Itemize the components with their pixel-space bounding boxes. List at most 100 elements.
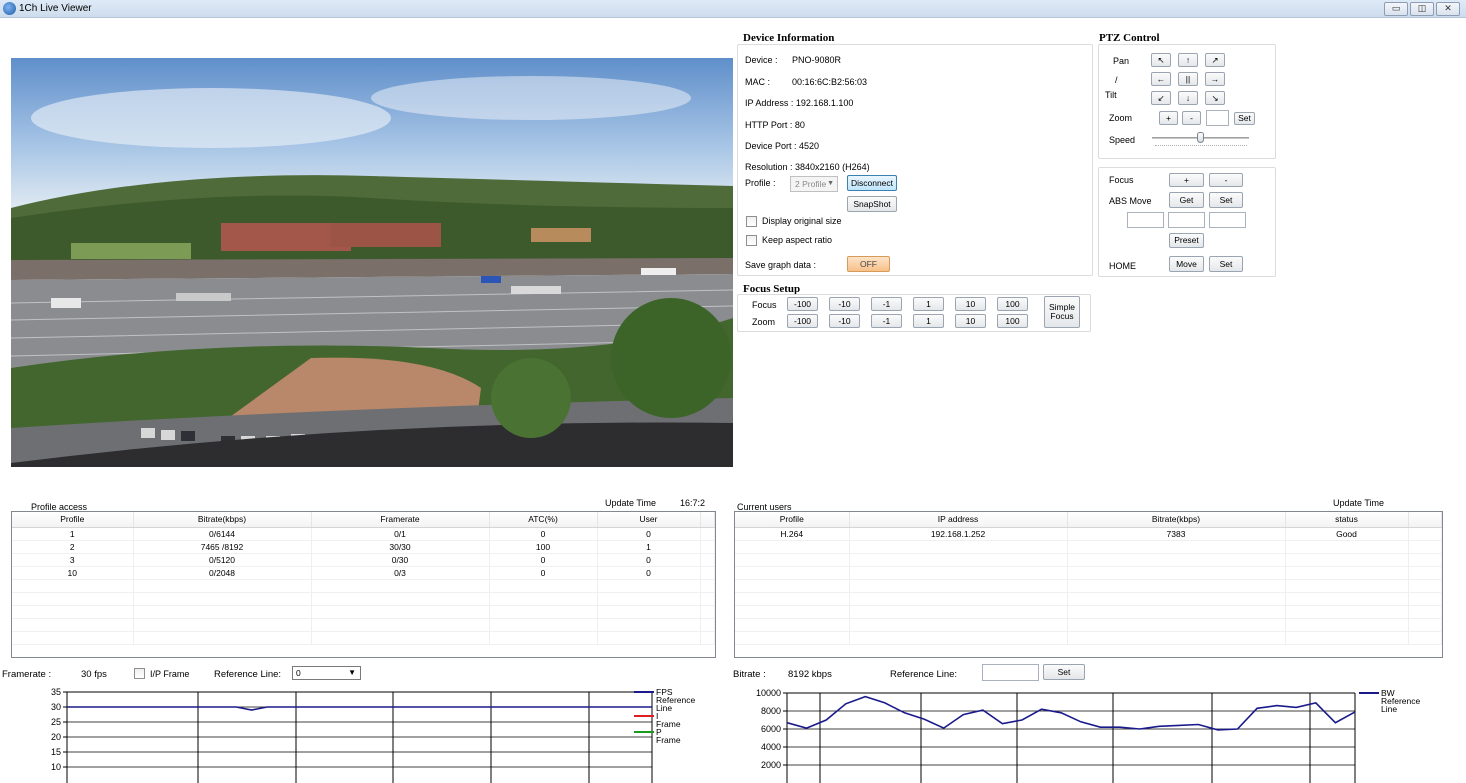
- cell: 0: [597, 553, 701, 567]
- save-graph-toggle[interactable]: OFF: [847, 256, 890, 272]
- cell: 7465 /8192: [133, 540, 312, 554]
- ptz-zoom-set-button[interactable]: Set: [1234, 112, 1255, 125]
- speed-slider-thumb[interactable]: [1197, 132, 1204, 143]
- table-row[interactable]: 2 7465 /8192 30/30 100 1: [12, 540, 715, 554]
- keep-aspect-checkbox[interactable]: [746, 235, 757, 246]
- zoom-plus-10-button[interactable]: 10: [955, 314, 986, 328]
- live-video-view[interactable]: [11, 58, 733, 467]
- focus-minus-100-button[interactable]: -100: [787, 297, 818, 311]
- series-line-fps: [67, 706, 652, 711]
- http-port: HTTP Port : 80: [745, 120, 805, 130]
- col-ip-address[interactable]: IP address: [849, 512, 1068, 528]
- zoom-minus-10-button[interactable]: -10: [829, 314, 860, 328]
- cell: 10: [12, 566, 134, 580]
- table-row[interactable]: 1 0/6144 0/1 0 0: [12, 527, 715, 541]
- cell: Good: [1285, 527, 1409, 541]
- close-button[interactable]: ✕: [1436, 2, 1460, 16]
- profile-select[interactable]: 2 Profile ▼: [790, 176, 838, 192]
- col-status[interactable]: status: [1285, 512, 1409, 528]
- pan-tilt-slash: /: [1115, 75, 1118, 85]
- empty-row: [735, 540, 1442, 554]
- fps-reference-select[interactable]: 0 ▼: [292, 666, 361, 680]
- profile-access-table[interactable]: Profile Bitrate(kbps) Framerate ATC(%) U…: [11, 511, 716, 658]
- y-tick-label: 6000: [761, 724, 781, 734]
- home-move-button[interactable]: Move: [1169, 256, 1204, 272]
- col-framerate[interactable]: Framerate: [311, 512, 490, 528]
- zoom-plus-1-button[interactable]: 1: [913, 314, 944, 328]
- col-bitrate[interactable]: Bitrate(kbps): [133, 512, 312, 528]
- focus-plus-100-button[interactable]: 100: [997, 297, 1028, 311]
- focus-minus-10-button[interactable]: -10: [829, 297, 860, 311]
- y-tick-label: 35: [51, 687, 61, 697]
- bitrate-value: 8192 kbps: [788, 669, 832, 680]
- abs-tilt-input[interactable]: [1168, 212, 1205, 228]
- bw-reference-set-button[interactable]: Set: [1043, 664, 1085, 680]
- up-right-arrow-button[interactable]: ↗: [1205, 53, 1225, 67]
- left-arrow-button[interactable]: ←: [1151, 72, 1171, 86]
- ip-frame-checkbox[interactable]: [134, 668, 145, 679]
- abs-zoom-input[interactable]: [1209, 212, 1246, 228]
- down-right-arrow-button[interactable]: ↘: [1205, 91, 1225, 105]
- ptz-zoom-input[interactable]: [1206, 110, 1229, 126]
- ptz-focus-minus-button[interactable]: -: [1209, 173, 1243, 187]
- fps-chart-lines: [67, 706, 652, 711]
- users-update-label: Update Time: [1333, 498, 1385, 508]
- y-tick-label: 8000: [761, 706, 781, 716]
- preset-button[interactable]: Preset: [1169, 233, 1204, 248]
- cell: 1: [12, 527, 134, 541]
- empty-row: [735, 592, 1442, 606]
- cell: 3: [12, 553, 134, 567]
- minimize-button[interactable]: ▭: [1384, 2, 1408, 16]
- simple-focus-button[interactable]: Simple Focus: [1044, 296, 1080, 328]
- bitrate-label: Bitrate :: [733, 669, 766, 680]
- series-line-bw: [786, 695, 1356, 731]
- disconnect-button[interactable]: Disconnect: [847, 175, 897, 191]
- cell: 0: [489, 527, 598, 541]
- up-arrow-button[interactable]: ↑: [1178, 53, 1198, 67]
- display-original-checkbox[interactable]: [746, 216, 757, 227]
- ptz-focus-plus-button[interactable]: +: [1169, 173, 1204, 187]
- bitrate-chart: 10000 8000 6000 4000 2000 BWReferenceLine: [756, 688, 1420, 783]
- col-bitrate[interactable]: Bitrate(kbps): [1067, 512, 1286, 528]
- abs-get-button[interactable]: Get: [1169, 192, 1204, 208]
- empty-row: [735, 605, 1442, 619]
- down-left-arrow-button[interactable]: ↙: [1151, 91, 1171, 105]
- col-profile[interactable]: Profile: [12, 512, 134, 528]
- ptz-zoom-out-button[interactable]: -: [1182, 111, 1201, 125]
- device-value: PNO-9080R: [792, 55, 842, 65]
- col-user[interactable]: User: [597, 512, 701, 528]
- y-tick-label: 10: [51, 762, 61, 772]
- col-profile[interactable]: Profile: [735, 512, 850, 528]
- save-graph-label: Save graph data :: [745, 260, 817, 270]
- current-users-table[interactable]: Profile IP address Bitrate(kbps) status …: [734, 511, 1443, 658]
- focus-plus-10-button[interactable]: 10: [955, 297, 986, 311]
- up-left-arrow-button[interactable]: ↖: [1151, 53, 1171, 67]
- profile-select-value: 2 Profile: [795, 179, 827, 189]
- ptz-zoom-in-button[interactable]: +: [1159, 111, 1178, 125]
- right-arrow-button[interactable]: →: [1205, 72, 1225, 86]
- bw-reference-label: Reference Line:: [890, 669, 958, 680]
- device-info-title: Device Information: [743, 32, 835, 44]
- home-set-button[interactable]: Set: [1209, 256, 1243, 272]
- col-atc[interactable]: ATC(%): [489, 512, 598, 528]
- zoom-minus-100-button[interactable]: -100: [787, 314, 818, 328]
- down-arrow-button[interactable]: ↓: [1178, 91, 1198, 105]
- table-row[interactable]: H.264 192.168.1.252 7383 Good: [735, 527, 1442, 541]
- y-tick-label: 4000: [761, 742, 781, 752]
- focus-minus-1-button[interactable]: -1: [871, 297, 902, 311]
- cell: 30/30: [311, 540, 490, 554]
- table-row[interactable]: 3 0/5120 0/30 0 0: [12, 553, 715, 567]
- stop-button[interactable]: ||: [1178, 72, 1198, 86]
- zoom-minus-1-button[interactable]: -1: [871, 314, 902, 328]
- maximize-button[interactable]: ◫: [1410, 2, 1434, 16]
- col-filler: [700, 512, 715, 528]
- bw-reference-input[interactable]: [982, 664, 1039, 681]
- cell: [700, 527, 715, 541]
- abs-pan-input[interactable]: [1127, 212, 1164, 228]
- table-row[interactable]: 10 0/2048 0/3 0 0: [12, 566, 715, 580]
- snapshot-button[interactable]: SnapShot: [847, 196, 897, 212]
- empty-row: [12, 618, 715, 632]
- abs-set-button[interactable]: Set: [1209, 192, 1243, 208]
- focus-plus-1-button[interactable]: 1: [913, 297, 944, 311]
- zoom-plus-100-button[interactable]: 100: [997, 314, 1028, 328]
